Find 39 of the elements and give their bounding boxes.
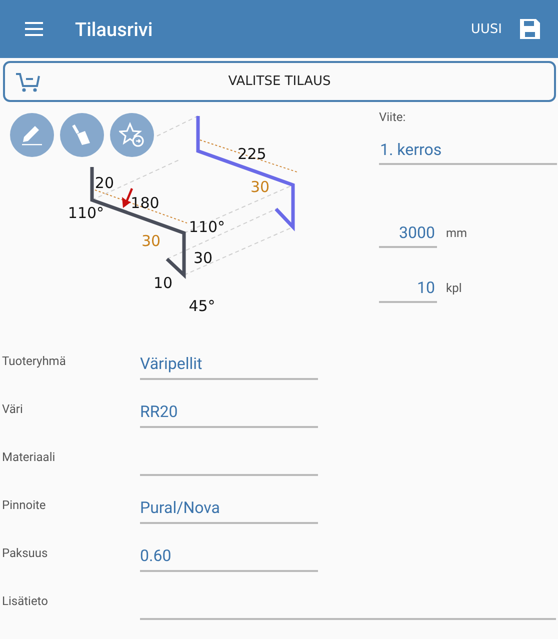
menu-icon[interactable]: [25, 22, 43, 36]
field-label: Tuoteryhmä: [1, 354, 67, 370]
reference-field[interactable]: 1. kerros: [379, 140, 557, 165]
input-field[interactable]: Väripellit: [140, 354, 318, 380]
app-title: Tilausrivi: [75, 18, 154, 40]
dimension-label: 180: [130, 194, 160, 212]
field-label: Väri: [1, 402, 24, 418]
field-label: Lisätieto: [1, 594, 49, 610]
length-field[interactable]: 3000: [379, 223, 437, 248]
select-order-button[interactable]: VALITSE TILAUS: [3, 61, 556, 102]
input-field[interactable]: RR20: [140, 402, 318, 428]
quantity-field[interactable]: 10: [379, 278, 437, 303]
dimension-label: 225: [238, 145, 266, 163]
unit-label: kpl: [446, 281, 462, 295]
angle-label: 45°: [188, 297, 216, 315]
dimension-label: 30: [193, 249, 213, 267]
save-icon[interactable]: [520, 19, 540, 39]
unit-label: mm: [446, 226, 468, 240]
cart-icon: [15, 72, 41, 92]
dimension-label: 20: [94, 174, 114, 192]
field-label: Materiaali: [1, 450, 56, 466]
angle-label: 110°: [188, 218, 226, 236]
dimension-label: 30: [141, 232, 161, 250]
input-field[interactable]: Pural/Nova: [140, 498, 318, 524]
clear-button[interactable]: [60, 113, 104, 157]
field-label: Pinnoite: [1, 498, 47, 514]
arrow-icon: [122, 188, 133, 208]
favorite-button[interactable]: [110, 113, 154, 157]
guide-line: [156, 116, 198, 136]
reference-label: Viite:: [379, 110, 407, 124]
edit-button[interactable]: [10, 113, 54, 157]
dimension-label: 30: [250, 178, 270, 196]
star-icon: [119, 122, 145, 148]
dimension-label: 10: [153, 274, 173, 292]
new-button[interactable]: UUSI: [466, 18, 506, 40]
angle-label: 110°: [68, 204, 104, 222]
input-field[interactable]: 0.60: [140, 546, 318, 572]
pencil-icon: [20, 123, 44, 147]
field-label: Paksuus: [1, 546, 49, 562]
